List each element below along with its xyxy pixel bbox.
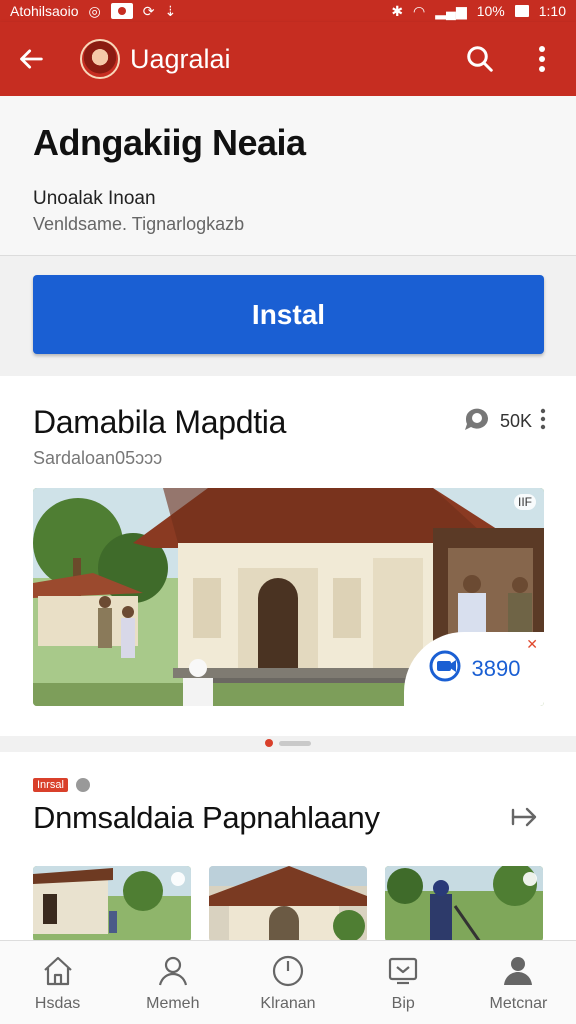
app-logo [80, 39, 120, 79]
page-title: Adngakiig Neaia [33, 122, 306, 163]
media-icon [171, 872, 185, 886]
install-button[interactable]: Instal [33, 275, 544, 354]
overlay-value: 3890 [471, 656, 521, 681]
thumbnail-3[interactable] [385, 866, 543, 942]
featured-count: 50K [499, 411, 532, 431]
nav-item-inbox[interactable]: Bip [346, 941, 461, 1024]
bluetooth-icon: ✱ [391, 2, 404, 19]
featured-image[interactable]: IIF 3890 ✕ [33, 488, 544, 706]
app-header: Adngakiig Neaia Unoalak Inoan Venldsame.… [0, 96, 576, 256]
featured-title: Damabila Mapdtia [33, 404, 287, 440]
status-bar: Atohilsaoio ◎ ⟳ ⇣ ✱ ◠ ▂▄▆ 10% 1:10 [0, 0, 576, 22]
carousel-dot-active[interactable] [265, 739, 273, 747]
thumbnail-2[interactable] [209, 866, 367, 942]
nav-label: Bip [391, 994, 415, 1012]
nav-item-account[interactable]: Metcnar [461, 941, 576, 1024]
image-badge: IIF [514, 494, 536, 510]
location-icon: ◎ [88, 2, 101, 19]
nav-label: Hsdas [34, 994, 81, 1012]
recommended-section: Inrsal Dnmsaldaia Papnahlaany [0, 752, 576, 942]
search-icon[interactable] [460, 39, 500, 79]
nav-label: Klranan [260, 994, 316, 1012]
account-icon [504, 956, 533, 985]
person-icon [158, 956, 187, 985]
developer-subtitle: Venldsame. Tignarlogkazb [33, 214, 245, 234]
carousel-dot[interactable] [279, 741, 311, 746]
battery-percent: 10% [476, 3, 505, 19]
sync-icon: ⟳ [142, 2, 155, 19]
inbox-icon [389, 957, 418, 984]
arrow-right-icon[interactable] [508, 800, 542, 834]
more-options-icon[interactable] [540, 408, 546, 435]
thumbnail-1[interactable] [33, 866, 191, 942]
info-icon [75, 778, 90, 792]
bottom-navigation: Hsdas Memeh Klranan Bip Metcnar [0, 940, 576, 1024]
battery-icon [514, 5, 529, 17]
section-tag: Inrsal [33, 778, 68, 792]
install-section: Instal [0, 256, 576, 374]
nav-item-member[interactable]: Memeh [115, 941, 230, 1024]
download-icon: ⇣ [164, 2, 177, 19]
carousel-indicator [0, 739, 576, 749]
wifi-icon: ◠ [413, 2, 426, 19]
featured-subtitle: Sardaloan05ɔɔɔ [33, 448, 163, 468]
featured-card[interactable]: Damabila Mapdtia Sardaloan05ɔɔɔ 50K IIF … [0, 376, 576, 736]
status-left-text: Atohilsaoio [10, 3, 79, 19]
chat-icon [462, 406, 492, 437]
section-title: Dnmsaldaia Papnahlaany [33, 800, 380, 835]
status-left: Atohilsaoio ◎ ⟳ ⇣ [10, 3, 176, 20]
clock-icon [272, 955, 304, 986]
app-title: Uagralai [130, 43, 231, 74]
close-icon[interactable]: ✕ [526, 636, 538, 653]
back-arrow-icon[interactable] [14, 41, 50, 77]
developer-name[interactable]: Unoalak Inoan [33, 188, 156, 210]
media-icon [523, 872, 537, 886]
more-options-icon[interactable] [522, 39, 562, 79]
status-right: ✱ ◠ ▂▄▆ 10% 1:10 [391, 3, 566, 20]
nav-item-history[interactable]: Klranan [230, 941, 345, 1024]
status-time: 1:10 [538, 3, 566, 19]
app-bar: Uagralai [0, 22, 576, 96]
section-tag-row: Inrsal [33, 778, 90, 792]
nav-item-home[interactable]: Hsdas [0, 941, 115, 1024]
home-icon [43, 956, 72, 985]
nav-label: Memeh [146, 994, 200, 1012]
featured-meta: 50K [462, 406, 546, 437]
signal-icon: ▂▄▆ [435, 2, 467, 19]
messenger-icon [428, 650, 464, 688]
notification-icon [110, 3, 133, 19]
nav-label: Metcnar [489, 994, 548, 1012]
